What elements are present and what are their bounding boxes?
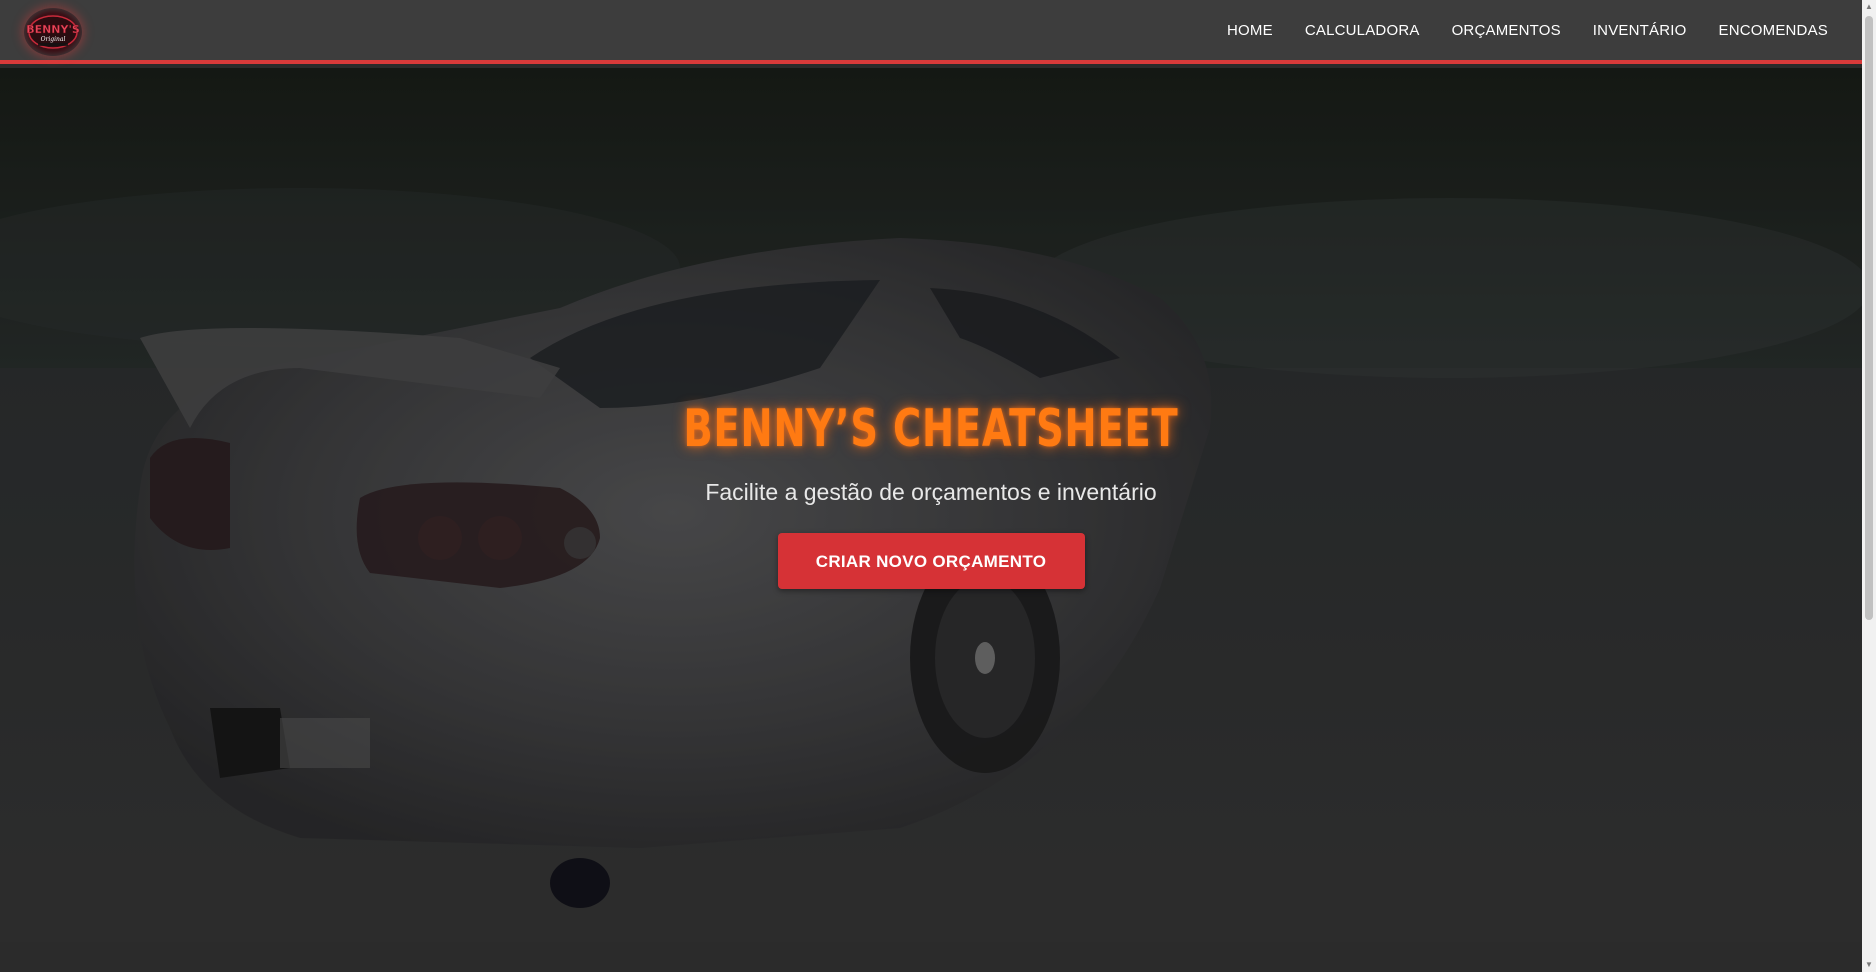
nav-inventario[interactable]: INVENTÁRIO (1593, 22, 1687, 39)
logo-graphic: BENNY'S Original (26, 15, 80, 49)
nav-encomendas[interactable]: ENCOMENDAS (1718, 22, 1828, 39)
scroll-up-arrow-icon[interactable]: ▲ (1862, 0, 1876, 14)
hero-section: BENNY’S CHEATSHEET Facilite a gestão de … (0, 68, 1862, 942)
create-new-budget-button[interactable]: CRIAR NOVO ORÇAMENTO (777, 532, 1085, 589)
scrollbar-thumb[interactable] (1865, 16, 1873, 620)
nav-home[interactable]: HOME (1227, 22, 1273, 39)
logo-text: BENNY'S (26, 23, 80, 36)
page: BENNY'S Original HOME CALCULADORA ORÇAME… (0, 0, 1862, 972)
hero-content: BENNY’S CHEATSHEET Facilite a gestão de … (0, 403, 1862, 589)
hero-title: BENNY’S CHEATSHEET (683, 399, 1179, 459)
logo-subtext: Original (41, 36, 66, 43)
nav-calculadora[interactable]: CALCULADORA (1305, 22, 1420, 39)
footer-strip (0, 942, 1862, 972)
top-navbar: BENNY'S Original HOME CALCULADORA ORÇAME… (0, 0, 1862, 64)
main-nav: HOME CALCULADORA ORÇAMENTOS INVENTÁRIO E… (1195, 0, 1828, 60)
bennys-logo[interactable]: BENNY'S Original (24, 8, 82, 56)
scroll-down-arrow-icon[interactable]: ▼ (1862, 958, 1876, 972)
vertical-scrollbar[interactable]: ▲ ▼ (1862, 0, 1876, 972)
hero-subtitle: Facilite a gestão de orçamentos e invent… (705, 479, 1157, 505)
nav-orcamentos[interactable]: ORÇAMENTOS (1452, 22, 1561, 39)
